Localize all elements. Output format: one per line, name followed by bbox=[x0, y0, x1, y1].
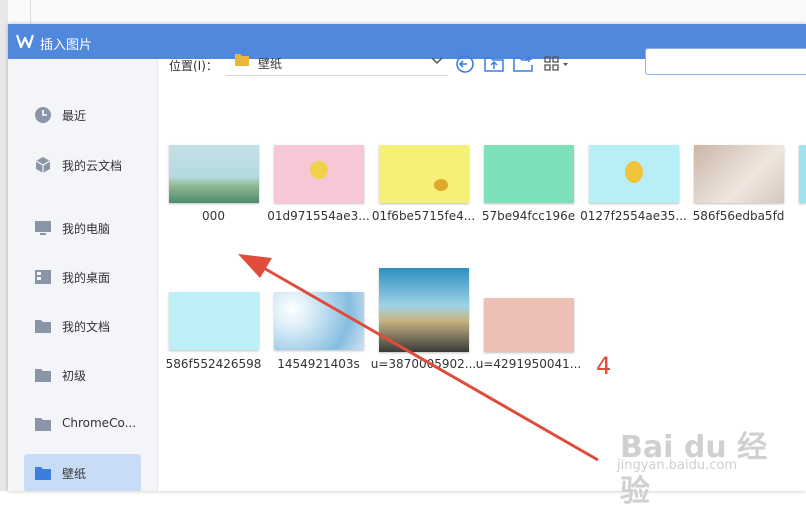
annotation-number: 4 bbox=[596, 352, 612, 380]
baidu-jingyan-watermark: Bai du 经验 jingyan.baidu.com bbox=[617, 430, 768, 509]
